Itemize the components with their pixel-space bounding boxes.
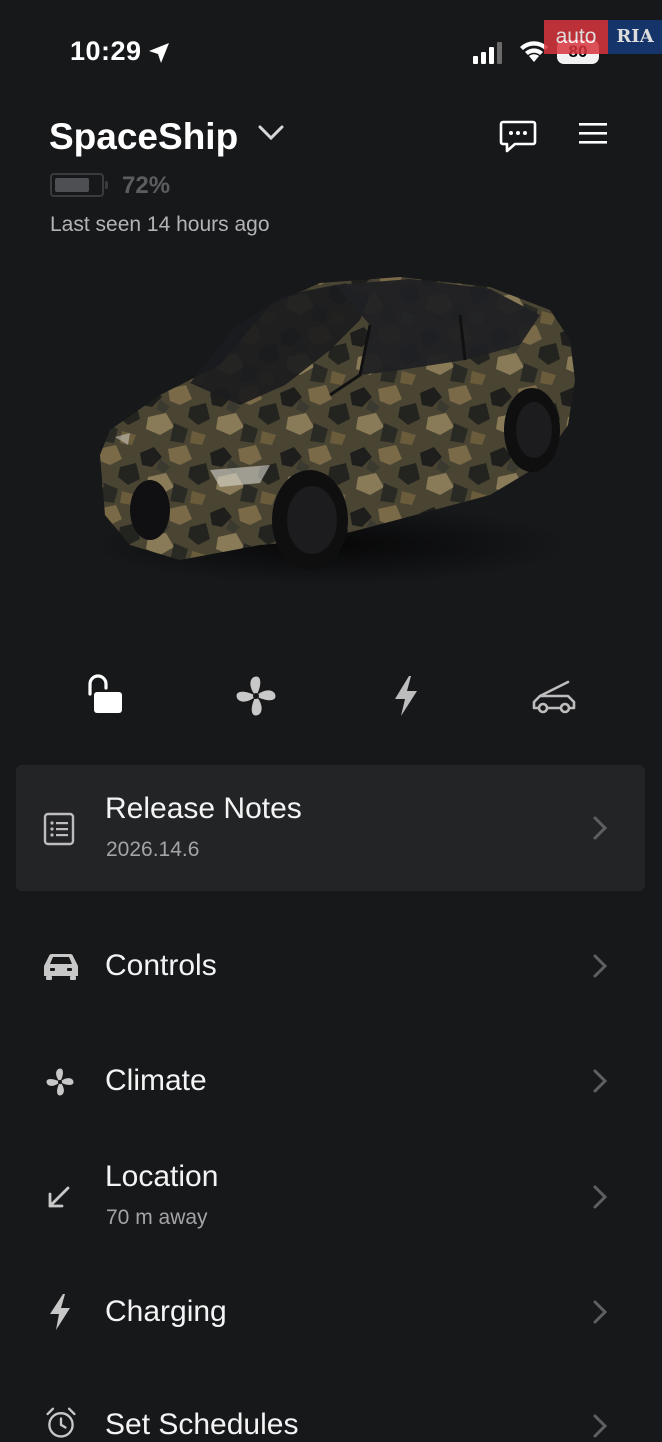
controls-title[interactable]: Controls — [105, 949, 217, 983]
unlocked-padlock-icon[interactable] — [80, 670, 132, 722]
lightning-icon — [50, 1294, 70, 1330]
cell-signal-icon — [473, 42, 502, 64]
last-seen-status: Last seen 14 hours ago — [50, 213, 270, 236]
hamburger-menu-icon[interactable] — [578, 120, 608, 146]
climate-title[interactable]: Climate — [105, 1064, 207, 1098]
release-notes-version: 2026.14.6 — [106, 838, 200, 861]
open-frunk-car-icon[interactable] — [528, 670, 580, 722]
release-notes-title: Release Notes — [105, 792, 302, 825]
set-schedules-title[interactable]: Set Schedules — [105, 1408, 298, 1442]
release-notes-row[interactable] — [16, 765, 645, 891]
chevron-right-icon — [593, 816, 608, 840]
watermark-ria: RIA — [608, 20, 662, 54]
list-document-icon — [43, 812, 75, 846]
chevron-right-icon — [593, 954, 608, 978]
fan-icon[interactable] — [230, 670, 282, 722]
car-image — [90, 277, 575, 585]
location-title[interactable]: Location — [105, 1160, 218, 1194]
chevron-right-icon — [593, 1185, 608, 1209]
message-icon[interactable] — [499, 120, 537, 154]
battery-level-icon — [50, 173, 108, 197]
chevron-down-icon[interactable] — [257, 124, 285, 142]
car-name[interactable]: SpaceShip — [49, 116, 238, 158]
location-distance: 70 m away — [106, 1206, 208, 1229]
arrow-down-left-icon — [48, 1186, 70, 1208]
chevron-right-icon — [593, 1414, 608, 1438]
chevron-right-icon — [593, 1300, 608, 1324]
battery-percent: 72% — [122, 172, 171, 199]
alarm-clock-icon — [46, 1407, 76, 1438]
location-arrow-icon — [149, 43, 169, 63]
status-time: 10:29 — [70, 36, 142, 66]
fan-icon — [46, 1068, 74, 1096]
lightning-icon[interactable] — [380, 670, 432, 722]
chevron-right-icon — [593, 1069, 608, 1093]
car-icon — [44, 953, 78, 980]
watermark-logo: auto RIA — [544, 20, 662, 54]
watermark-auto: auto — [544, 20, 608, 54]
charging-title[interactable]: Charging — [105, 1295, 227, 1329]
